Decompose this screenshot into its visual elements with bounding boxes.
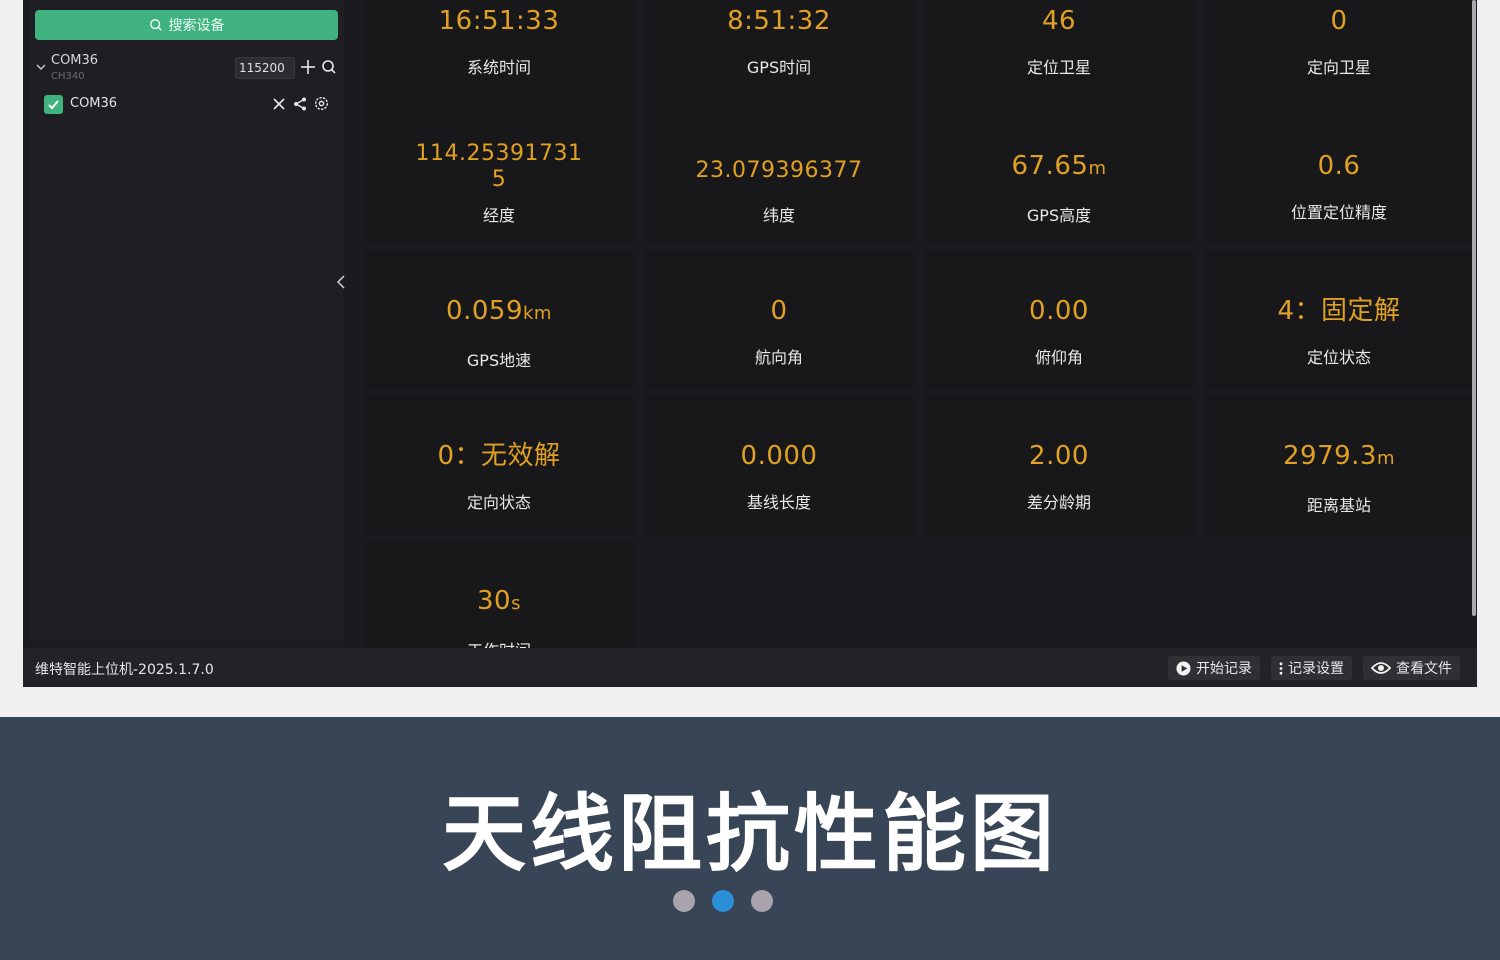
tile-value: 0 — [770, 296, 788, 326]
app-window: 搜索设备 COM36 CH340 115200 COM36 16:51:33 系… — [23, 0, 1477, 687]
search-icon — [149, 19, 162, 31]
view-files-button[interactable]: 查看文件 — [1363, 656, 1460, 680]
gear-icon[interactable] — [313, 95, 330, 112]
tile-label: 纬度 — [762, 206, 795, 225]
sidebar: 搜索设备 COM36 CH340 115200 COM36 — [30, 0, 344, 641]
tile-value: 30 — [477, 586, 512, 616]
play-icon — [1176, 660, 1191, 676]
tile-label: 定位状态 — [1306, 348, 1371, 367]
record-settings-button[interactable]: 记录设置 — [1271, 656, 1352, 680]
chevron-down-icon[interactable] — [35, 61, 47, 73]
tile-longitude: 114.25391731 5 经度 — [364, 103, 634, 243]
tile-value: 0.000 — [740, 441, 818, 471]
checkmark-icon — [48, 100, 59, 110]
more-vertical-icon — [1279, 661, 1283, 675]
tile-heading-status: 0：无效解 定向状态 — [364, 395, 634, 535]
tile-value: 46 — [1041, 6, 1077, 36]
tile-label: 航向角 — [754, 348, 803, 367]
tile-label: 定向卫星 — [1306, 58, 1371, 77]
tile-label: 俯仰角 — [1034, 348, 1083, 367]
eye-icon — [1371, 662, 1391, 674]
tile-unit: s — [511, 593, 521, 614]
tile-label: 经度 — [482, 206, 515, 225]
tile-latitude: 23.079396377 纬度 — [644, 103, 914, 243]
tile-label: 工作时间 — [467, 637, 531, 648]
tile-label: 系统时间 — [466, 58, 531, 77]
device-group[interactable]: COM36 CH340 115200 — [30, 50, 344, 84]
tile-position-accuracy: 0.6 位置定位精度 — [1204, 103, 1474, 243]
start-record-label: 开始记录 — [1196, 661, 1252, 677]
banner-title: 天线阻抗性能图 — [441, 785, 1058, 883]
tile-value-wrap: 5 — [491, 167, 507, 192]
search-icon[interactable] — [321, 59, 337, 75]
tile-label: 位置定位精度 — [1290, 203, 1387, 222]
tile-positioning-status: 4：固定解 定位状态 — [1204, 250, 1474, 390]
tile-value: 23.079396377 — [695, 158, 863, 183]
tile-unit: m — [1088, 158, 1107, 179]
tile-label: 基线长度 — [746, 493, 811, 512]
tile-value: 4：固定解 — [1277, 296, 1401, 326]
tile-unit: m — [1376, 448, 1396, 469]
tile-label: 定向状态 — [466, 493, 531, 512]
tile-value: 2.00 — [1029, 441, 1089, 471]
tile-value: 0 — [1330, 6, 1348, 36]
search-devices-label: 搜索设备 — [168, 18, 225, 34]
port-name: COM36 — [70, 96, 118, 111]
tile-differential-age: 2.00 差分龄期 — [924, 395, 1194, 535]
tile-distance-to-base: 2979.3m 距离基站 — [1204, 395, 1474, 535]
tile-label: 距离基站 — [1306, 496, 1371, 515]
device-chip: CH340 — [51, 71, 85, 82]
tile-value: 0.6 — [1317, 151, 1361, 181]
tile-heading-angle: 0 航向角 — [644, 250, 914, 390]
tile-value: 0.059 — [446, 296, 523, 326]
tile-unit: km — [522, 303, 552, 324]
tile-label: GPS时间 — [746, 58, 812, 77]
banner: 天线阻抗性能图 — [0, 717, 1500, 960]
collapse-sidebar-icon[interactable] — [334, 272, 348, 292]
tile-value: 0.00 — [1029, 296, 1089, 326]
telemetry-grid: 16:51:33 系统时间 8:51:32 GPS时间 46 定位卫星 0 定向… — [362, 0, 1474, 648]
status-bar: 维特智能上位机-2025.1.7.0 开始记录 记录设置 查看文件 — [23, 648, 1477, 687]
tile-working-time: 30s 工作时间 — [364, 540, 634, 648]
device-name: COM36 — [51, 53, 99, 68]
start-record-button[interactable]: 开始记录 — [1168, 656, 1260, 680]
close-icon[interactable] — [271, 96, 287, 112]
port-checkbox[interactable] — [44, 95, 63, 114]
tile-value: 0：无效解 — [437, 441, 561, 471]
app-version: 维特智能上位机-2025.1.7.0 — [35, 662, 214, 678]
carousel-dot-3[interactable] — [751, 890, 773, 912]
tile-baseline-length: 0.000 基线长度 — [644, 395, 914, 535]
tile-value: 67.65 — [1011, 151, 1089, 181]
search-devices-button[interactable]: 搜索设备 — [35, 10, 338, 40]
tile-value: 8:51:32 — [727, 6, 831, 36]
carousel-dot-2[interactable] — [712, 890, 734, 912]
view-files-label: 查看文件 — [1396, 661, 1452, 677]
carousel-dot-1[interactable] — [673, 890, 695, 912]
tile-label: 差分龄期 — [1026, 493, 1091, 512]
tile-value: 16:51:33 — [438, 6, 560, 36]
tile-label: GPS地速 — [466, 351, 532, 370]
record-settings-label: 记录设置 — [1288, 661, 1344, 677]
tile-value: 2979.3 — [1282, 441, 1377, 471]
tile-gps-altitude: 67.65m GPS高度 — [924, 103, 1194, 243]
tile-label: GPS高度 — [1026, 206, 1092, 225]
scrollbar[interactable] — [1472, 0, 1476, 616]
tile-pitch-angle: 0.00 俯仰角 — [924, 250, 1194, 390]
port-item[interactable]: COM36 — [30, 92, 344, 118]
share-icon[interactable] — [292, 96, 308, 112]
tile-value: 114.25391731 — [415, 141, 583, 166]
tile-label: 定位卫星 — [1026, 58, 1091, 77]
baud-rate-select[interactable]: 115200 — [235, 57, 295, 79]
plus-icon[interactable] — [300, 59, 316, 75]
tile-gps-ground-speed: 0.059km GPS地速 — [364, 250, 634, 390]
